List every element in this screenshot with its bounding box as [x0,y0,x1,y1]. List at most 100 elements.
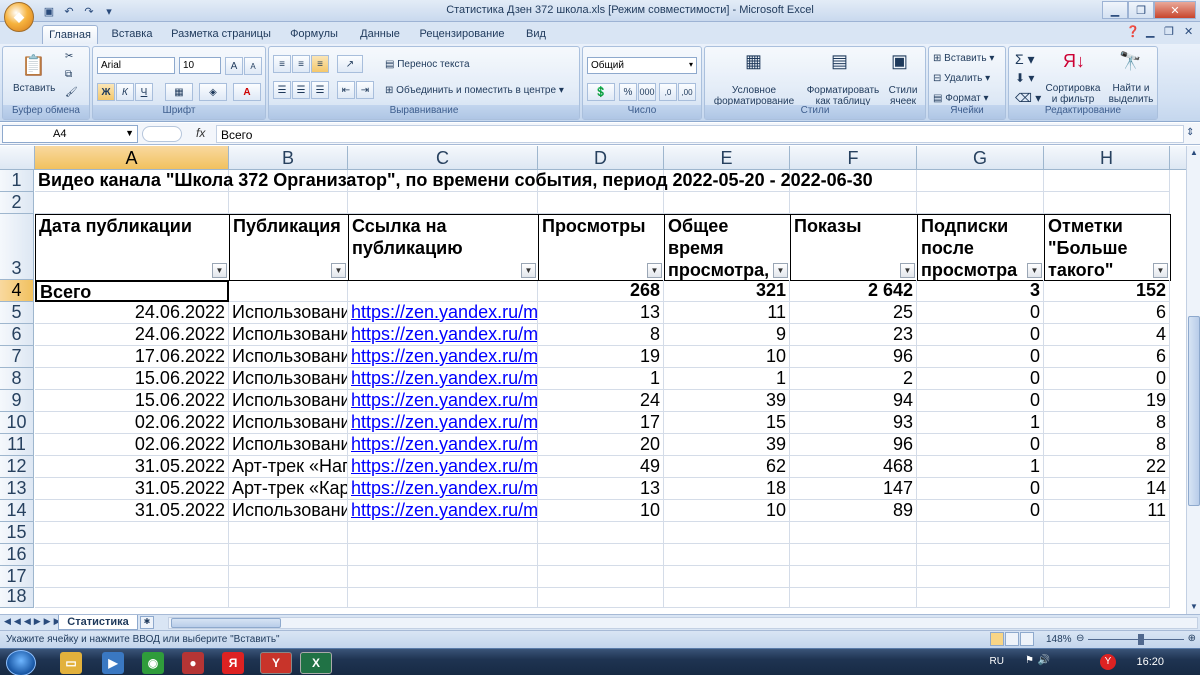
increase-decimal-icon[interactable]: ,0 [659,83,677,101]
excel-taskbar-icon[interactable]: X [300,652,332,674]
grid-cell[interactable] [229,588,348,608]
column-header-f[interactable]: F [790,146,917,170]
align-bottom-icon[interactable]: ≡ [311,55,329,73]
publication-link[interactable]: https://zen.yandex.ru/media [348,434,538,456]
publication-cell[interactable]: Арт-трек «Напр [229,456,348,478]
zoom-level[interactable]: 148% [1046,634,1072,645]
fill-icon[interactable]: ⬇ ▾ [1015,71,1034,85]
time-cell[interactable]: 10 [664,500,790,522]
zoom-out-icon[interactable]: ⊖ [1076,633,1084,644]
bold-button[interactable]: Ж [97,83,115,101]
grid-cell[interactable] [348,192,538,214]
minimize-icon[interactable]: ▁ [1102,1,1128,19]
row-header-11[interactable]: 11 [0,434,34,456]
tab-home[interactable]: Главная [42,25,98,44]
underline-button[interactable]: Ч [135,83,153,101]
publication-link[interactable]: https://zen.yandex.ru/media [348,390,538,412]
row-header-10[interactable]: 10 [0,412,34,434]
grid-cell[interactable] [917,588,1044,608]
vertical-scrollbar[interactable]: ▲ ▼ [1186,146,1200,614]
impressions-cell[interactable]: 2 [790,368,917,390]
impressions-cell[interactable]: 93 [790,412,917,434]
tab-insert[interactable]: Вставка [104,25,160,44]
subs-cell[interactable]: 0 [917,478,1044,500]
zoom-in-icon[interactable]: ⊕ [1188,633,1196,644]
grid-cell[interactable] [664,588,790,608]
align-top-icon[interactable]: ≡ [273,55,291,73]
restore-icon[interactable]: ❐ [1128,1,1154,19]
impressions-cell[interactable]: 96 [790,434,917,456]
date-cell[interactable]: 24.06.2022 [35,302,229,324]
autosum-icon[interactable]: Σ ▾ [1015,51,1035,68]
time-cell[interactable]: 1 [664,368,790,390]
grid-cell[interactable] [917,192,1044,214]
borders-icon[interactable]: ▦ [165,83,193,101]
grid-cell[interactable] [35,192,229,214]
tab-data[interactable]: Данные [352,25,408,44]
grid-cell[interactable] [1044,192,1170,214]
column-header-b[interactable]: B [229,146,348,170]
column-header-a[interactable]: A [35,146,229,170]
grid-cell[interactable] [664,192,790,214]
filter-dropdown-icon[interactable]: ▼ [212,263,227,278]
find-select-button[interactable]: Найти и выделить [1105,83,1157,105]
grid-cell[interactable] [35,522,229,544]
save-icon[interactable]: ▣ [40,2,58,20]
conditional-format-icon[interactable]: ▦ [745,51,762,72]
date-cell[interactable]: 02.06.2022 [35,434,229,456]
total-subs[interactable]: 3 [917,280,1044,302]
subs-cell[interactable]: 0 [917,390,1044,412]
column-header-spare[interactable] [1170,146,1186,170]
column-header-e[interactable]: E [664,146,790,170]
yandex-browser-icon[interactable]: Y [260,652,292,674]
grid-cell[interactable] [229,566,348,588]
publication-link[interactable]: https://zen.yandex.ru/media [348,324,538,346]
font-color-icon[interactable]: A [233,83,261,101]
insert-cells-button[interactable]: ⊞ Вставить ▾ [933,53,994,64]
publication-cell[interactable]: Арт-трек «Карь [229,478,348,500]
grid-cell[interactable] [35,566,229,588]
time-cell[interactable]: 15 [664,412,790,434]
publication-link[interactable]: https://zen.yandex.ru/media [348,456,538,478]
scroll-up-icon[interactable]: ▲ [1187,146,1200,160]
grid-cell[interactable] [538,566,664,588]
views-cell[interactable]: 24 [538,390,664,412]
views-cell[interactable]: 19 [538,346,664,368]
impressions-cell[interactable]: 147 [790,478,917,500]
insert-sheet-icon[interactable]: ✱ [140,616,154,629]
row-header-17[interactable]: 17 [0,566,34,588]
total-impressions[interactable]: 2 642 [790,280,917,302]
qat-customize-icon[interactable]: ▾ [100,2,118,20]
likes-cell[interactable]: 6 [1044,346,1170,368]
likes-cell[interactable]: 0 [1044,368,1170,390]
grid-cell[interactable] [348,280,538,302]
time-cell[interactable]: 39 [664,434,790,456]
publication-cell[interactable]: Использование [229,324,348,346]
likes-cell[interactable]: 11 [1044,500,1170,522]
publication-cell[interactable]: Использование [229,302,348,324]
select-all-corner[interactable] [0,146,35,170]
subs-cell[interactable]: 0 [917,302,1044,324]
publication-cell[interactable]: Использование [229,500,348,522]
row-header-9[interactable]: 9 [0,390,34,412]
row-header-13[interactable]: 13 [0,478,34,500]
grid-cell[interactable] [348,588,538,608]
impressions-cell[interactable]: 23 [790,324,917,346]
cell-styles-icon[interactable]: ▣ [891,51,908,72]
views-cell[interactable]: 10 [538,500,664,522]
tab-view[interactable]: Вид [516,25,556,44]
grid-cell[interactable] [917,522,1044,544]
date-cell[interactable]: 31.05.2022 [35,500,229,522]
row-header-3[interactable]: 3 [0,214,34,280]
clear-icon[interactable]: ⌫ ▾ [1015,91,1041,105]
time-cell[interactable]: 18 [664,478,790,500]
grid-cell[interactable] [917,566,1044,588]
filter-dropdown-icon[interactable]: ▼ [773,263,788,278]
app-icon[interactable]: ● [182,652,204,674]
impressions-cell[interactable]: 94 [790,390,917,412]
orientation-icon[interactable]: ↗ [337,55,363,73]
grid-cell[interactable] [35,544,229,566]
align-left-icon[interactable]: ☰ [273,81,291,99]
decrease-decimal-icon[interactable]: ,00 [678,83,696,101]
grid-cell[interactable] [1044,522,1170,544]
